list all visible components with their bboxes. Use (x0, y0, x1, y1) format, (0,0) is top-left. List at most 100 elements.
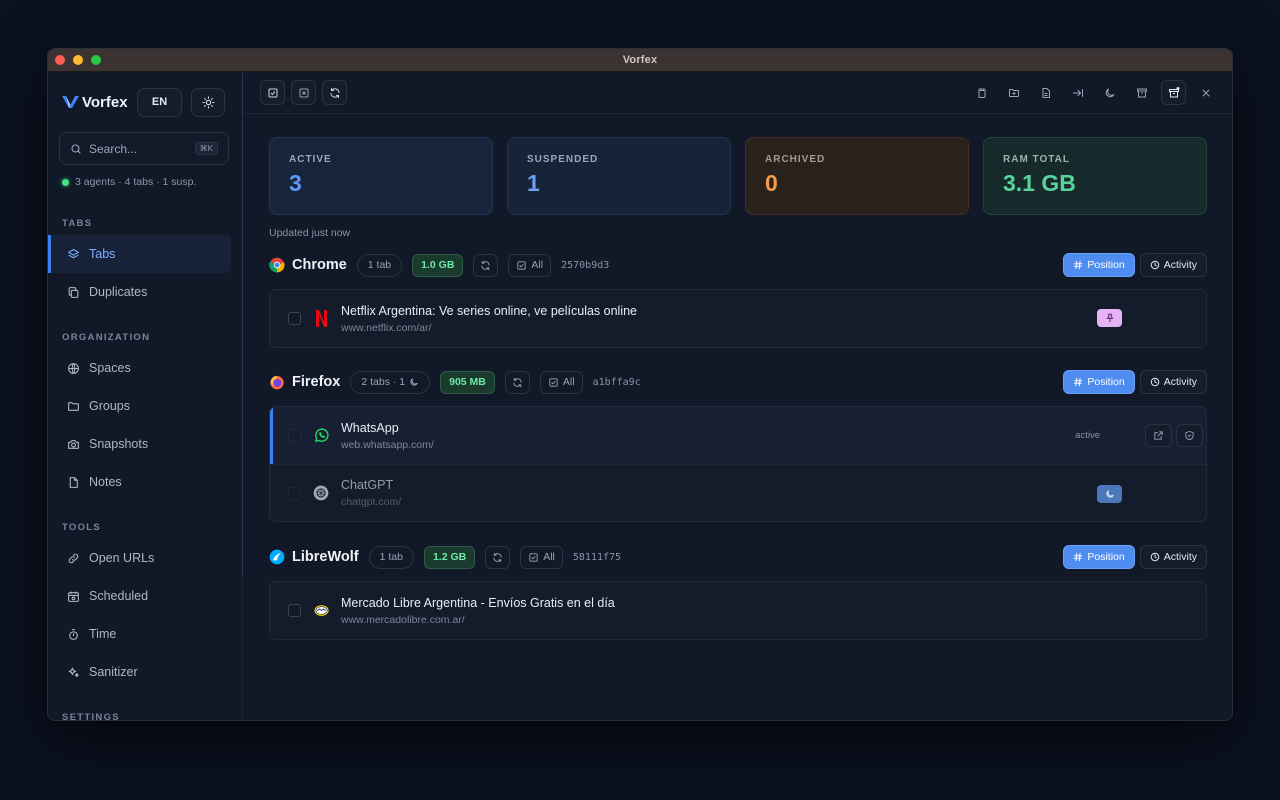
stat-value: 3 (289, 170, 302, 196)
sidebar-item-label: Sanitizer (89, 665, 138, 679)
agent-status-text: 3 agents · 4 tabs · 1 susp. (75, 176, 197, 188)
close-window-button[interactable] (55, 55, 65, 65)
checkbox-icon (529, 552, 538, 562)
tab-row[interactable]: ChatGPT chatgpt.com/ (270, 464, 1206, 521)
sidebar-item-label: Duplicates (89, 285, 148, 299)
maximize-window-button[interactable] (91, 55, 101, 65)
sidebar-item-label: Tabs (89, 247, 116, 261)
tab-title: WhatsApp (341, 420, 399, 435)
sort-activity-label: Activity (1163, 259, 1197, 271)
reload-browser-button[interactable] (485, 545, 511, 569)
browser-group-firefox: Firefox 2 tabs · 1 905 MB All a1bffa9c P… (269, 370, 1207, 522)
refresh-icon (513, 377, 522, 387)
stat-card-suspended: SUSPENDED 1 (507, 137, 731, 215)
tab-row[interactable]: Netflix Argentina: Ve series online, ve … (270, 290, 1206, 347)
sidebar-item-spaces[interactable]: Spaces (48, 349, 231, 387)
sort-position-label: Position (1087, 551, 1125, 563)
firefox-logo-icon (270, 375, 284, 390)
reload-browser-button[interactable] (504, 370, 530, 394)
tab-checkbox[interactable] (288, 312, 301, 325)
refresh-button[interactable] (322, 80, 347, 105)
whatsapp-favicon (312, 427, 330, 445)
sidebar-item-time[interactable]: Time (48, 615, 231, 653)
layers-icon (68, 248, 79, 258)
tab-url: www.mercadolibre.com.ar/ (341, 613, 465, 626)
moon-icon (1105, 88, 1114, 97)
sidebar-item-scheduled[interactable]: Scheduled (48, 577, 231, 615)
suspend-button[interactable] (1097, 80, 1122, 105)
sort-position-button[interactable]: Position (1063, 253, 1135, 277)
tab-checkbox[interactable] (288, 429, 301, 442)
tab-checkbox[interactable] (288, 604, 301, 617)
select-all-chip[interactable]: All (520, 545, 563, 569)
stat-card-active: ACTIVE 3 (269, 137, 493, 215)
save-to-folder-button[interactable] (1001, 80, 1026, 105)
tab-row[interactable]: Mercado Libre Argentina - Envíos Gratis … (270, 582, 1206, 639)
search-input[interactable] (89, 141, 188, 156)
sidebar-item-open-urls[interactable]: Open URLs (48, 539, 231, 577)
document-icon (1042, 87, 1050, 98)
minimize-window-button[interactable] (73, 55, 83, 65)
pinned-badge[interactable] (1097, 309, 1122, 327)
protect-tab-button[interactable] (1176, 424, 1203, 447)
search-icon (71, 143, 81, 154)
tab-title: Mercado Libre Argentina - Envíos Gratis … (341, 595, 615, 610)
sidebar-item-label: Time (89, 627, 117, 641)
sort-activity-label: Activity (1163, 551, 1197, 563)
tab-checkbox[interactable] (288, 486, 301, 500)
tab-row[interactable]: WhatsApp web.whatsapp.com/ active (270, 407, 1206, 464)
sort-position-button[interactable]: Position (1063, 370, 1135, 394)
search-box[interactable]: ⌘K (59, 132, 229, 165)
sparkles-icon (68, 667, 79, 677)
clipboard-button[interactable] (969, 80, 994, 105)
browser-header: Firefox 2 tabs · 1 905 MB All a1bffa9c P… (269, 370, 1207, 394)
theme-toggle-button[interactable] (191, 87, 225, 117)
select-all-chip[interactable]: All (539, 370, 583, 394)
sort-position-button[interactable]: Position (1063, 545, 1135, 569)
sort-activity-button[interactable]: Activity (1139, 370, 1207, 394)
stat-card-archived: ARCHIVED 0 (745, 137, 969, 215)
open-tab-button[interactable] (1145, 424, 1172, 447)
brand-logo: Vorfex (62, 94, 128, 111)
tab-count-text: 2 tabs · 1 (361, 376, 406, 388)
deselect-button[interactable] (291, 80, 316, 105)
online-status-dot (62, 178, 69, 186)
copy-icon (68, 286, 79, 298)
archive-icon (1136, 88, 1147, 97)
moon-icon (1105, 490, 1114, 498)
archive-list-button[interactable] (1161, 80, 1186, 105)
sort-activity-button[interactable]: Activity (1139, 545, 1207, 569)
sidebar-item-label: Groups (89, 399, 130, 413)
suspended-badge[interactable] (1097, 485, 1122, 503)
select-all-chip[interactable]: All (508, 253, 552, 277)
sidebar-item-groups[interactable]: Groups (48, 387, 231, 425)
section-label-settings: SETTINGS (62, 712, 120, 721)
sort-activity-button[interactable]: Activity (1139, 253, 1207, 277)
tab-count-chip: 2 tabs · 1 (350, 370, 431, 394)
select-all-button[interactable] (260, 80, 285, 105)
browser-name: LibreWolf (292, 549, 359, 565)
browser-header: LibreWolf 1 tab 1.2 GB All 58111f75 Posi… (269, 545, 1207, 569)
netflix-favicon (312, 310, 330, 328)
close-panel-button[interactable] (1193, 80, 1218, 105)
sidebar-item-tabs[interactable]: Tabs (48, 235, 231, 273)
whatsapp-logo-icon (314, 428, 329, 443)
tab-count-chip: 1 tab (368, 545, 414, 569)
sidebar-item-snapshots[interactable]: Snapshots (48, 425, 231, 463)
shield-icon (1185, 430, 1194, 441)
handshake-icon (313, 605, 329, 616)
language-button[interactable]: EN (137, 87, 182, 117)
pin-icon (1105, 313, 1114, 323)
external-link-icon (1154, 431, 1163, 440)
sidebar-item-notes[interactable]: Notes (48, 463, 231, 501)
archive-button[interactable] (1129, 80, 1154, 105)
tab-title: ChatGPT (341, 478, 394, 492)
export-document-button[interactable] (1033, 80, 1058, 105)
hash-icon (1074, 260, 1083, 270)
sidebar-item-duplicates[interactable]: Duplicates (48, 273, 231, 311)
reload-browser-button[interactable] (473, 253, 499, 277)
sidebar-item-sanitizer[interactable]: Sanitizer (48, 653, 231, 691)
move-tabs-button[interactable] (1065, 80, 1090, 105)
sidebar-item-label: Open URLs (89, 551, 155, 565)
tab-count-chip: 1 tab (356, 253, 403, 277)
